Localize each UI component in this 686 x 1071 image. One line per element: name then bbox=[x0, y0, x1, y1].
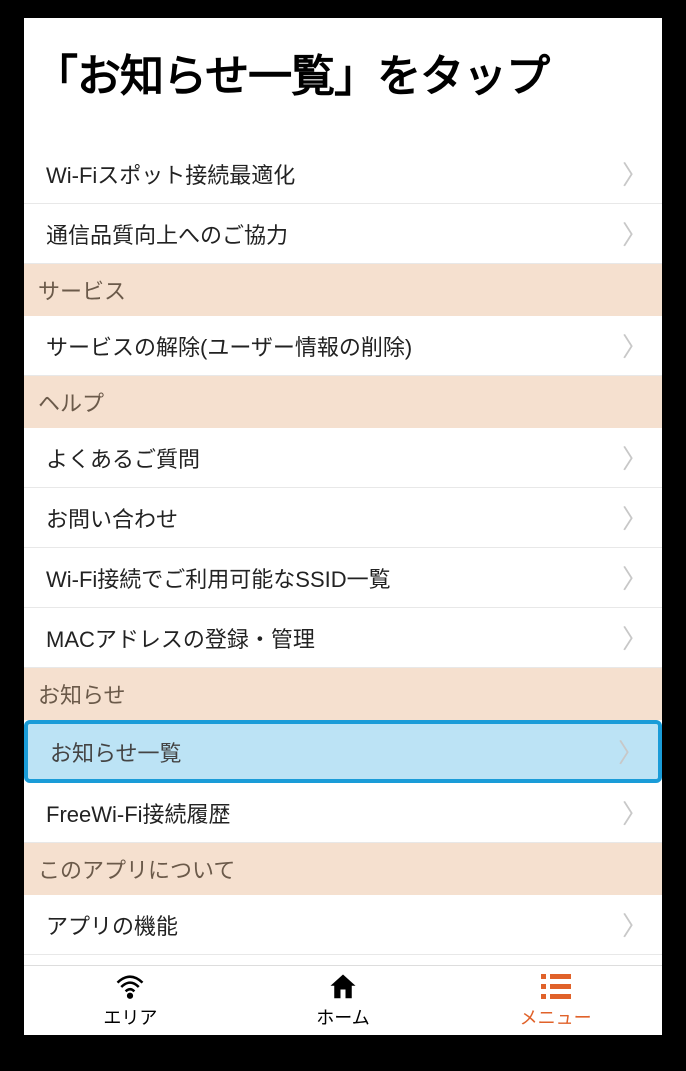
list-item[interactable]: アプリの機能 〉 bbox=[24, 895, 662, 955]
chevron-right-icon: 〉 bbox=[622, 619, 648, 656]
list-item-label: お問い合わせ bbox=[46, 502, 178, 534]
page-title: 「お知らせ一覧」をタップ bbox=[24, 18, 662, 144]
list-item-label: アプリの機能 bbox=[46, 909, 178, 941]
list-item[interactable]: サービスの解除(ユーザー情報の削除) 〉 bbox=[24, 316, 662, 376]
nav-label: エリア bbox=[103, 1004, 157, 1030]
section-header: ヘルプ bbox=[24, 376, 662, 428]
nav-label: メニュー bbox=[520, 1004, 592, 1030]
home-icon bbox=[328, 972, 358, 1002]
chevron-right-icon: 〉 bbox=[622, 499, 648, 536]
list-item[interactable]: お問い合わせ 〉 bbox=[24, 488, 662, 548]
nav-area[interactable]: エリア bbox=[24, 966, 237, 1035]
chevron-right-icon: 〉 bbox=[622, 439, 648, 476]
list-item-label: よくあるご質問 bbox=[46, 442, 200, 474]
section-header: このアプリについて bbox=[24, 843, 662, 895]
list-item-label: FreeWi-Fi接続履歴 bbox=[46, 797, 231, 829]
menu-icon bbox=[541, 972, 571, 1002]
chevron-right-icon: 〉 bbox=[622, 794, 648, 831]
section-header: サービス bbox=[24, 264, 662, 316]
chevron-right-icon: 〉 bbox=[622, 559, 648, 596]
menu-list: Wi-Fiスポット接続最適化〉通信品質向上へのご協力〉サービスサービスの解除(ユ… bbox=[24, 144, 662, 965]
list-item[interactable]: 通信品質向上へのご協力 〉 bbox=[24, 204, 662, 264]
chevron-right-icon: 〉 bbox=[618, 733, 644, 770]
list-item[interactable]: Wi-Fiスポット接続最適化 〉 bbox=[24, 144, 662, 204]
phone-frame: 「お知らせ一覧」をタップ Wi-Fiスポット接続最適化〉通信品質向上へのご協力〉… bbox=[24, 18, 662, 1035]
list-item-label: Wi-Fi接続でご利用可能なSSID一覧 bbox=[46, 562, 391, 594]
nav-label: ホーム bbox=[316, 1004, 369, 1030]
bottom-nav: エリア ホーム メニュー bbox=[24, 965, 662, 1035]
list-item[interactable]: よくあるご質問 〉 bbox=[24, 428, 662, 488]
list-item[interactable]: MACアドレスの登録・管理 〉 bbox=[24, 608, 662, 668]
list-item-label: Wi-Fiスポット接続最適化 bbox=[46, 158, 295, 190]
list-item[interactable]: お知らせ一覧 〉 bbox=[24, 720, 662, 783]
chevron-right-icon: 〉 bbox=[622, 155, 648, 192]
chevron-right-icon: 〉 bbox=[622, 215, 648, 252]
list-item-label: MACアドレスの登録・管理 bbox=[46, 622, 315, 654]
chevron-right-icon: 〉 bbox=[622, 906, 648, 943]
list-item-label: 通信品質向上へのご協力 bbox=[46, 218, 288, 250]
chevron-right-icon: 〉 bbox=[622, 327, 648, 364]
list-item[interactable]: Wi-Fi接続でご利用可能なSSID一覧 〉 bbox=[24, 548, 662, 608]
nav-menu[interactable]: メニュー bbox=[449, 966, 662, 1035]
list-item-label: お知らせ一覧 bbox=[50, 736, 182, 768]
section-header: お知らせ bbox=[24, 668, 662, 720]
wifi-icon bbox=[115, 972, 145, 1002]
nav-home[interactable]: ホーム bbox=[237, 966, 450, 1035]
list-item[interactable]: FreeWi-Fi接続履歴 〉 bbox=[24, 783, 662, 843]
list-item-label: サービスの解除(ユーザー情報の削除) bbox=[46, 330, 412, 362]
list-item[interactable]: au Wi-Fiアクセス利用規約〉 bbox=[24, 955, 662, 965]
